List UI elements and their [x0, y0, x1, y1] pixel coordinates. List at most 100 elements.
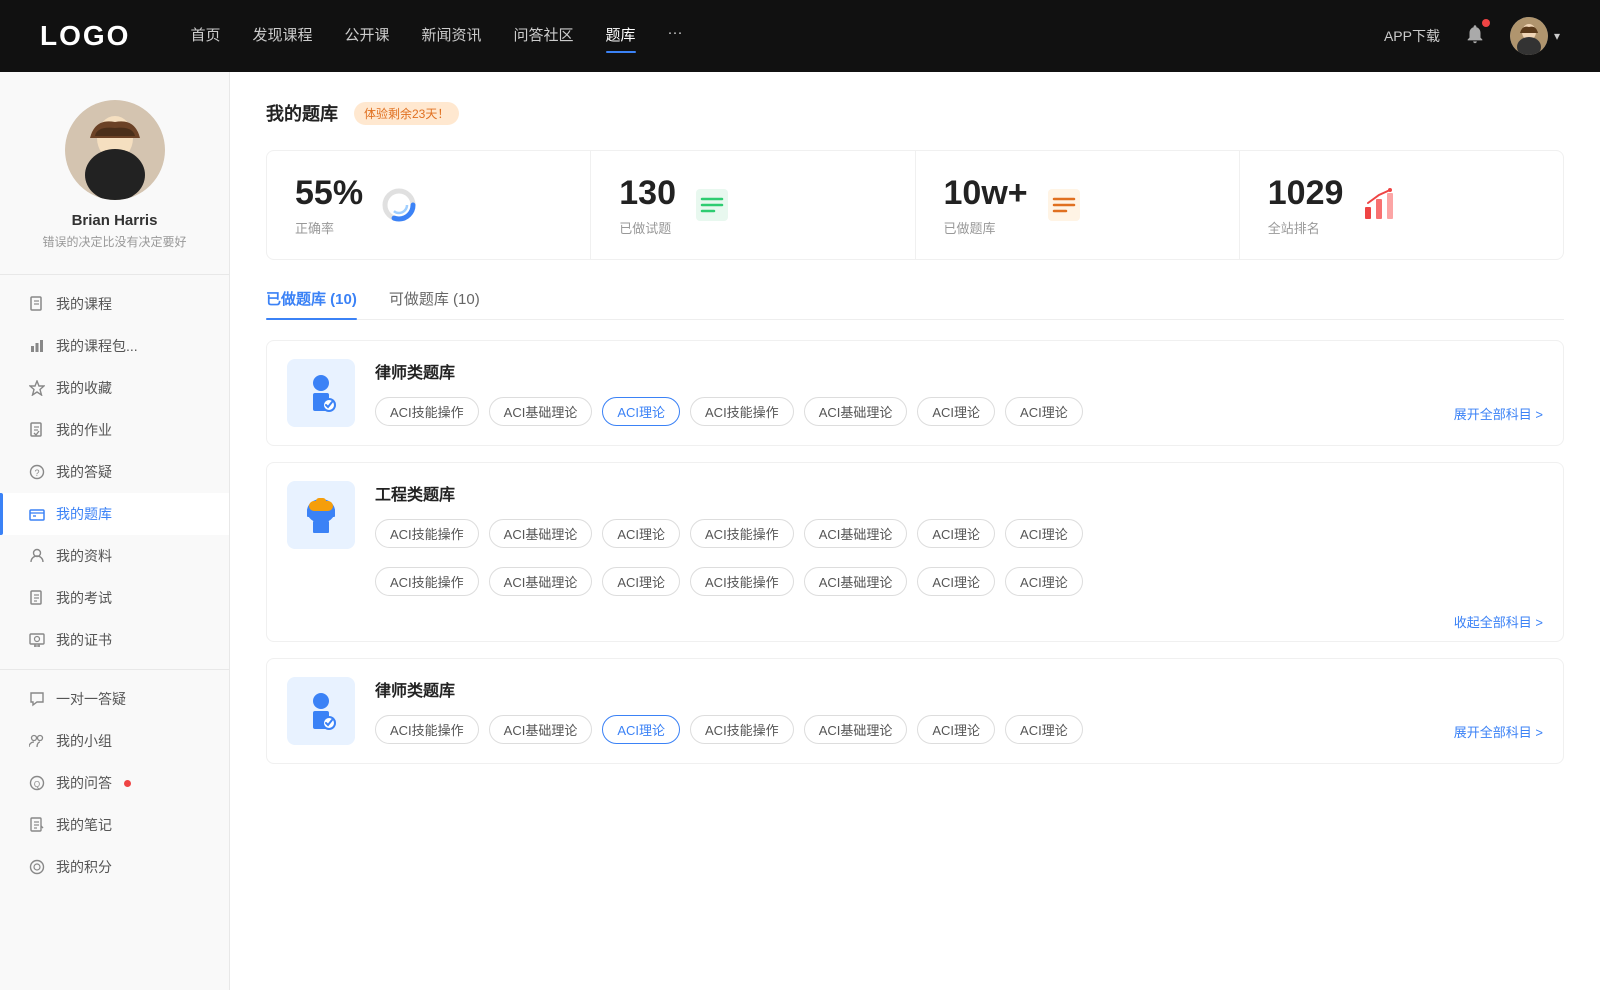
list-orange-icon — [1046, 187, 1082, 223]
tag-eng-r1-4[interactable]: ACI基础理论 — [804, 519, 908, 548]
sidebar-label-my-notes: 我的笔记 — [56, 815, 112, 835]
bar-red-icon — [1361, 187, 1397, 223]
app-download-button[interactable]: APP下载 — [1384, 26, 1440, 46]
sidebar-bio: 错误的决定比没有决定要好 — [42, 233, 186, 250]
avatar-chevron-icon: ▾ — [1554, 29, 1560, 43]
sidebar-label-one-on-one: 一对一答疑 — [56, 689, 126, 709]
tag-lawyer-2-3[interactable]: ACI技能操作 — [690, 715, 794, 744]
stat-done-banks: 10w+ 已做题库 — [916, 151, 1240, 259]
tag-eng-r1-2[interactable]: ACI理论 — [602, 519, 680, 548]
sidebar-item-my-homework[interactable]: 我的作业 — [0, 409, 229, 451]
tag-eng-r1-1[interactable]: ACI基础理论 — [489, 519, 593, 548]
tag-lawyer-1-6[interactable]: ACI理论 — [1005, 397, 1083, 426]
expand-lawyer-1-button[interactable]: 展开全部科目 > — [1454, 404, 1543, 427]
people-icon — [28, 547, 46, 565]
tag-lawyer-1-0[interactable]: ACI技能操作 — [375, 397, 479, 426]
tag-eng-r1-6[interactable]: ACI理论 — [1005, 519, 1083, 548]
tag-eng-r2-4[interactable]: ACI基础理论 — [804, 567, 908, 596]
sidebar: Brian Harris 错误的决定比没有决定要好 我的课程 我的课程包... — [0, 72, 230, 990]
tag-eng-r1-3[interactable]: ACI技能操作 — [690, 519, 794, 548]
nav-bank[interactable]: 题库 — [606, 24, 636, 49]
sidebar-label-my-cert: 我的证书 — [56, 630, 112, 650]
sidebar-item-my-cert[interactable]: 我的证书 — [0, 619, 229, 661]
sidebar-item-my-package[interactable]: 我的课程包... — [0, 325, 229, 367]
bank-name-engineering: 工程类题库 — [375, 481, 1543, 505]
trial-badge: 体验剩余23天！ — [354, 102, 459, 125]
stat-accuracy-icon — [379, 185, 419, 225]
avatar — [65, 100, 165, 200]
stat-done-questions: 130 已做试题 — [591, 151, 915, 259]
nav-discover[interactable]: 发现课程 — [252, 24, 312, 49]
tag-eng-r2-5[interactable]: ACI理论 — [917, 567, 995, 596]
bank-tags-row1-engineering: ACI技能操作 ACI基础理论 ACI理论 ACI技能操作 ACI基础理论 AC… — [375, 519, 1543, 548]
collapse-engineering-button[interactable]: 收起全部科目 > — [267, 612, 1563, 641]
qa-badge — [124, 780, 131, 787]
tag-eng-r2-1[interactable]: ACI基础理论 — [489, 567, 593, 596]
tag-eng-r1-0[interactable]: ACI技能操作 — [375, 519, 479, 548]
tab-done-banks[interactable]: 已做题库 (10) — [266, 288, 357, 319]
tag-eng-r1-5[interactable]: ACI理论 — [917, 519, 995, 548]
stat-done-banks-text: 10w+ 已做题库 — [944, 173, 1028, 237]
tag-lawyer-2-4[interactable]: ACI基础理论 — [804, 715, 908, 744]
avatar-image — [1510, 17, 1548, 55]
tag-lawyer-1-2[interactable]: ACI理论 — [602, 397, 680, 426]
sidebar-item-my-course[interactable]: 我的课程 — [0, 283, 229, 325]
nav-news[interactable]: 新闻资讯 — [422, 24, 482, 49]
tag-lawyer-1-3[interactable]: ACI技能操作 — [690, 397, 794, 426]
nav-home[interactable]: 首页 — [190, 24, 220, 49]
tag-lawyer-2-5[interactable]: ACI理论 — [917, 715, 995, 744]
sidebar-item-my-qa[interactable]: Q 我的问答 — [0, 762, 229, 804]
tag-eng-r2-2[interactable]: ACI理论 — [602, 567, 680, 596]
tag-lawyer-2-0[interactable]: ACI技能操作 — [375, 715, 479, 744]
nav-qa[interactable]: 问答社区 — [514, 24, 574, 49]
note-icon — [28, 816, 46, 834]
stats-row: 55% 正确率 130 已做试题 — [266, 150, 1564, 260]
sidebar-item-my-questions[interactable]: ? 我的答疑 — [0, 451, 229, 493]
sidebar-divider-top — [0, 274, 229, 275]
tag-lawyer-1-1[interactable]: ACI基础理论 — [489, 397, 593, 426]
sidebar-item-my-profile[interactable]: 我的资料 — [0, 535, 229, 577]
tag-lawyer-2-6[interactable]: ACI理论 — [1005, 715, 1083, 744]
bank-tags-lawyer-1: ACI技能操作 ACI基础理论 ACI理论 ACI技能操作 ACI基础理论 AC… — [375, 397, 1434, 426]
sidebar-label-my-group: 我的小组 — [56, 731, 112, 751]
expand-lawyer-2-button[interactable]: 展开全部科目 > — [1454, 722, 1543, 745]
tag-lawyer-2-2[interactable]: ACI理论 — [602, 715, 680, 744]
page-header: 我的题库 体验剩余23天！ — [266, 100, 1564, 126]
tag-eng-r2-3[interactable]: ACI技能操作 — [690, 567, 794, 596]
main-content: 我的题库 体验剩余23天！ 55% 正确率 — [230, 72, 1600, 990]
sidebar-label-my-profile: 我的资料 — [56, 546, 112, 566]
lawyer-icon — [299, 371, 343, 415]
stat-accuracy-number: 55% — [295, 173, 363, 214]
sidebar-item-my-favorites[interactable]: 我的收藏 — [0, 367, 229, 409]
notification-bell[interactable] — [1464, 23, 1486, 50]
sidebar-profile: Brian Harris 错误的决定比没有决定要好 — [0, 72, 229, 266]
question-icon: ? — [28, 463, 46, 481]
page-layout: Brian Harris 错误的决定比没有决定要好 我的课程 我的课程包... — [0, 72, 1600, 990]
star-icon — [28, 379, 46, 397]
user-avatar-button[interactable]: ▾ — [1510, 17, 1560, 55]
tag-lawyer-1-5[interactable]: ACI理论 — [917, 397, 995, 426]
sidebar-item-my-score[interactable]: 我的积分 — [0, 846, 229, 888]
file-icon — [28, 295, 46, 313]
sidebar-item-my-notes[interactable]: 我的笔记 — [0, 804, 229, 846]
tab-todo-banks[interactable]: 可做题库 (10) — [389, 288, 480, 319]
sidebar-item-my-exam[interactable]: 我的考试 — [0, 577, 229, 619]
chat-icon — [28, 690, 46, 708]
nav-more[interactable]: ··· — [668, 24, 683, 49]
topnav: LOGO 首页 发现课程 公开课 新闻资讯 问答社区 题库 ··· APP下载 — [0, 0, 1600, 72]
file2-icon — [28, 589, 46, 607]
sidebar-item-my-bank[interactable]: 我的题库 — [0, 493, 229, 535]
tag-lawyer-1-4[interactable]: ACI基础理论 — [804, 397, 908, 426]
sidebar-label-my-score: 我的积分 — [56, 857, 112, 877]
tag-lawyer-2-1[interactable]: ACI基础理论 — [489, 715, 593, 744]
sidebar-item-one-on-one[interactable]: 一对一答疑 — [0, 678, 229, 720]
svg-text:?: ? — [34, 468, 39, 478]
stat-accuracy-text: 55% 正确率 — [295, 173, 363, 237]
nav-open-course[interactable]: 公开课 — [344, 24, 389, 49]
tag-eng-r2-0[interactable]: ACI技能操作 — [375, 567, 479, 596]
bank-info-engineering: 工程类题库 ACI技能操作 ACI基础理论 ACI理论 ACI技能操作 ACI基… — [375, 481, 1543, 548]
bank-tags-row2-engineering: ACI技能操作 ACI基础理论 ACI理论 ACI技能操作 ACI基础理论 AC… — [267, 567, 1563, 612]
sidebar-item-my-group[interactable]: 我的小组 — [0, 720, 229, 762]
stat-rank-text: 1029 全站排名 — [1268, 173, 1344, 237]
tag-eng-r2-6[interactable]: ACI理论 — [1005, 567, 1083, 596]
